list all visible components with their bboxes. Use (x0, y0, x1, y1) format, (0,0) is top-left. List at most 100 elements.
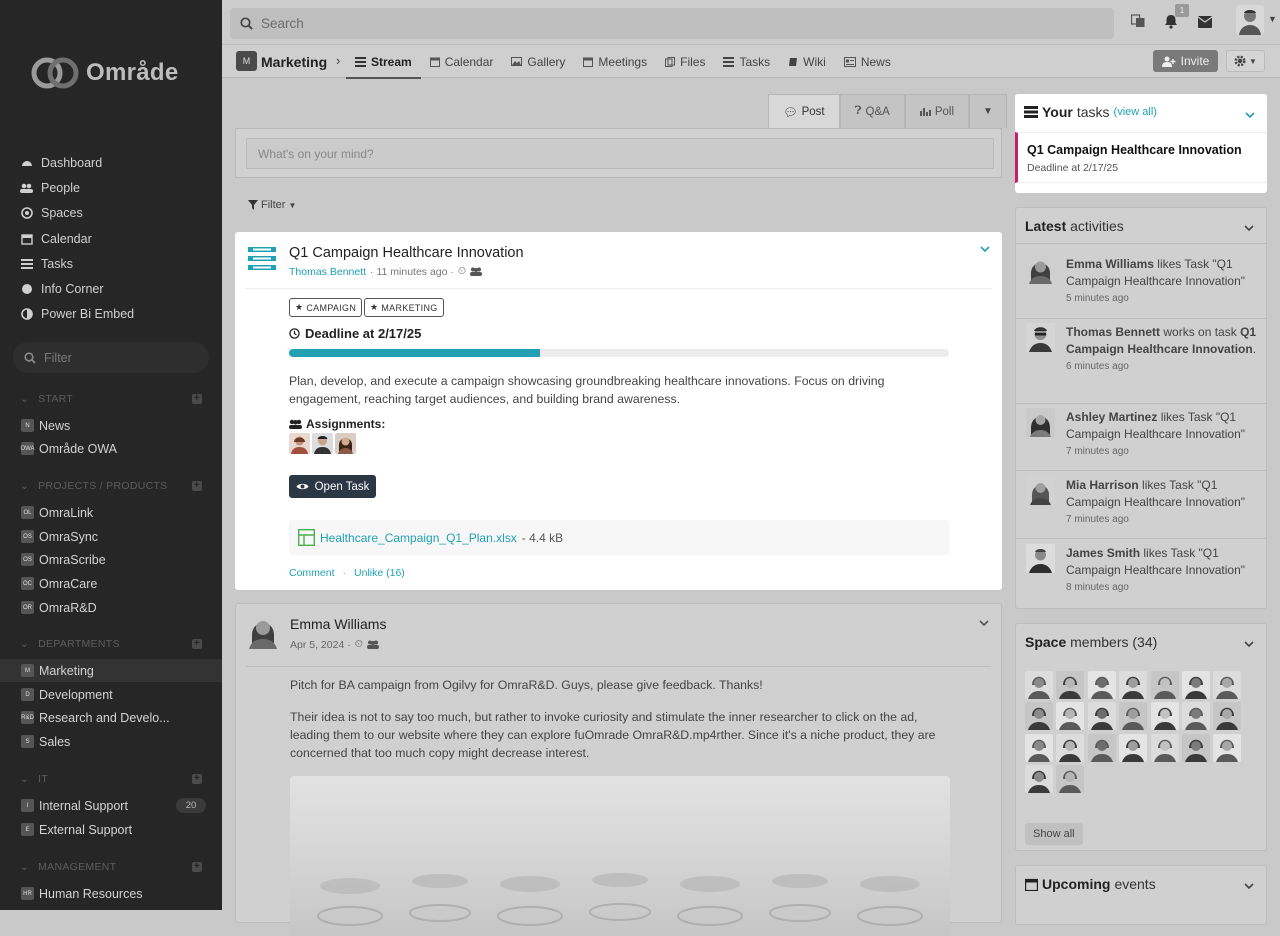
invite-button[interactable]: Invite (1153, 50, 1218, 72)
sidebar-item-internal-support[interactable]: I Internal Support 20 (0, 794, 222, 817)
comment-link[interactable]: Comment (289, 567, 335, 579)
tab-gallery[interactable]: Gallery (502, 45, 574, 78)
nav-people[interactable]: People (20, 175, 210, 200)
post-author[interactable]: Emma Williams (290, 616, 386, 632)
member-avatar[interactable] (1150, 702, 1179, 731)
more-tabs-button[interactable]: ▼ (969, 94, 1007, 128)
sidebar-item-omrasync[interactable]: OS OmraSync (0, 525, 222, 548)
member-avatar[interactable] (1025, 671, 1053, 699)
task-title[interactable]: Q1 Campaign Healthcare Innovation (289, 245, 524, 261)
member-avatar[interactable] (1181, 671, 1210, 699)
search-input[interactable]: Search (230, 8, 1114, 39)
chevron-down-icon[interactable] (980, 246, 990, 253)
sidebar-filter-input[interactable]: Filter (13, 342, 209, 373)
post-input[interactable]: What's on your mind? (246, 138, 994, 169)
add-space-icon[interactable]: + (192, 394, 202, 404)
add-space-icon[interactable]: + (192, 862, 202, 872)
sidebar-item-marketing[interactable]: M Marketing (0, 659, 222, 682)
tag-marketing[interactable]: ★ MARKETING (364, 298, 444, 317)
tab-stream[interactable]: Stream (346, 45, 421, 79)
member-avatar[interactable] (1056, 702, 1085, 731)
member-avatar[interactable] (1056, 765, 1085, 794)
sidebar-item-omracare[interactable]: OC OmraCare (0, 572, 222, 595)
tab-tasks[interactable]: Tasks (714, 45, 779, 78)
member-avatar[interactable] (1213, 671, 1242, 699)
member-avatar[interactable] (1087, 702, 1116, 731)
tab-post[interactable]: 💬︎ Post (768, 94, 840, 128)
user-avatar[interactable] (1236, 5, 1264, 35)
member-avatar[interactable] (1181, 733, 1210, 762)
member-avatar[interactable] (1056, 733, 1085, 762)
member-avatar[interactable] (1025, 702, 1053, 731)
space-avatar[interactable]: M (236, 51, 257, 71)
member-avatar[interactable] (1025, 765, 1053, 794)
sidebar-item-research[interactable]: R&D Research and Develo... (0, 706, 222, 729)
sidebar-item-omrascribe[interactable]: OS OmraScribe (0, 548, 222, 571)
add-space-icon[interactable]: + (192, 639, 202, 649)
section-projects-header[interactable]: ⌄ PROJECTS / PRODUCTS + (20, 480, 202, 492)
post-image[interactable] (290, 776, 950, 936)
space-settings-button[interactable]: ▼ (1226, 50, 1265, 72)
unlike-link[interactable]: Unlike (16) (354, 567, 405, 579)
member-avatar[interactable] (1087, 733, 1116, 762)
task-list-item[interactable]: Q1 Campaign Healthcare Innovation Deadli… (1015, 132, 1267, 183)
activity-user[interactable]: Emma Williams (1066, 257, 1154, 271)
sidebar-item-news[interactable]: N News (0, 414, 222, 437)
chevron-down-icon[interactable] (1244, 883, 1254, 890)
member-avatar[interactable] (1213, 702, 1242, 731)
section-departments-header[interactable]: ⌄ DEPARTMENTS + (20, 638, 202, 650)
member-avatar[interactable] (1213, 733, 1242, 762)
chevron-down-icon[interactable] (1245, 112, 1255, 119)
nav-info-corner[interactable]: Info Corner (20, 276, 210, 301)
chevron-down-icon[interactable] (979, 620, 989, 627)
translate-icon[interactable] (1131, 14, 1145, 28)
author-link[interactable]: Thomas Bennett (289, 266, 366, 278)
sidebar-item-omralink[interactable]: OL OmraLink (0, 501, 222, 524)
sidebar-item-omrade-owa[interactable]: OWA Område OWA (0, 437, 222, 460)
member-avatar[interactable] (1119, 702, 1148, 731)
add-space-icon[interactable]: + (192, 774, 202, 784)
member-avatar[interactable] (1056, 671, 1085, 699)
member-avatar[interactable] (1150, 733, 1179, 762)
stream-filter-button[interactable]: Filter ▼ (248, 199, 296, 211)
section-start-header[interactable]: ⌄ START + (20, 393, 202, 405)
section-it-header[interactable]: ⌄ IT + (20, 773, 202, 785)
tab-files[interactable]: Files (656, 45, 714, 78)
member-avatar[interactable] (1119, 733, 1148, 762)
activity-user[interactable]: Ashley Martinez (1066, 410, 1157, 424)
sidebar-item-development[interactable]: D Development (0, 683, 222, 706)
add-space-icon[interactable]: + (192, 481, 202, 491)
tab-meetings[interactable]: Meetings (574, 45, 656, 78)
member-avatar[interactable] (1119, 671, 1148, 699)
tab-poll[interactable]: Poll (904, 94, 970, 128)
avatar[interactable] (335, 433, 356, 454)
nav-calendar[interactable]: Calendar (20, 226, 210, 251)
nav-tasks[interactable]: Tasks (20, 251, 210, 276)
nav-spaces[interactable]: Spaces (20, 201, 210, 226)
tab-wiki[interactable]: Wiki (779, 45, 835, 78)
member-avatar[interactable] (1087, 671, 1116, 699)
tag-campaign[interactable]: ★ CAMPAIGN (289, 298, 363, 317)
sidebar-item-external-support[interactable]: E External Support (0, 818, 222, 841)
avatar[interactable] (289, 433, 310, 454)
avatar[interactable] (245, 613, 281, 649)
activity-user[interactable]: James Smith (1066, 546, 1140, 560)
member-avatar[interactable] (1181, 702, 1210, 731)
tab-qa[interactable]: ❓︎ Q&A (839, 94, 905, 128)
open-task-button[interactable]: Open Task (289, 475, 376, 498)
avatar[interactable] (312, 433, 333, 454)
file-link[interactable]: Healthcare_Campaign_Q1_Plan.xlsx (320, 531, 517, 545)
mail-icon[interactable] (1198, 16, 1212, 28)
tab-news[interactable]: News (835, 45, 900, 78)
member-avatar[interactable] (1025, 733, 1053, 762)
caret-down-icon[interactable]: ▼ (1268, 14, 1277, 24)
sidebar-item-omrard[interactable]: OR OmraR&D (0, 596, 222, 619)
show-all-button[interactable]: Show all (1025, 823, 1083, 845)
activity-user[interactable]: Mia Harrison (1066, 478, 1139, 492)
view-all-link[interactable]: (view all) (1114, 106, 1157, 118)
activity-user[interactable]: Thomas Bennett (1066, 325, 1160, 339)
chevron-down-icon[interactable] (1244, 641, 1254, 648)
section-management-header[interactable]: ⌄ MANAGEMENT + (20, 861, 202, 873)
logo[interactable]: Område (30, 56, 179, 90)
sidebar-item-sales[interactable]: S Sales (0, 730, 222, 753)
